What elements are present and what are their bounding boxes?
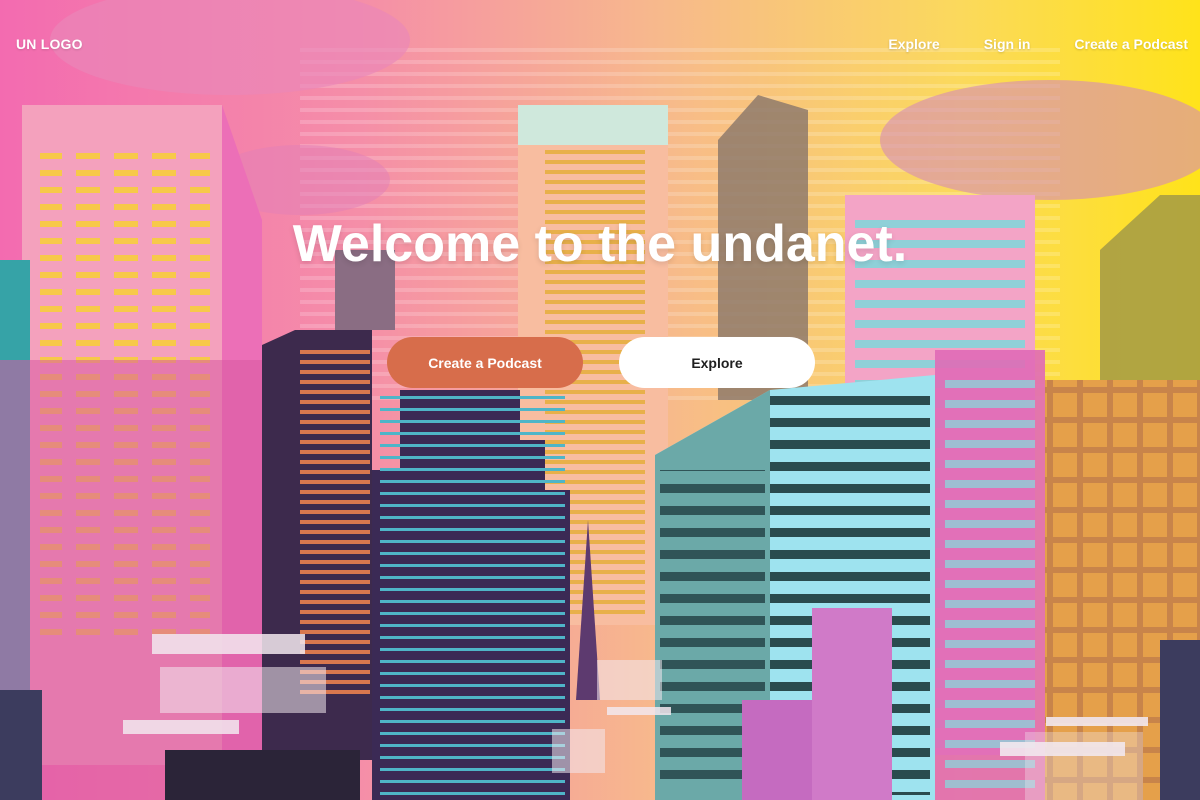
city-skyline-illustration <box>0 0 1200 800</box>
top-nav: Explore Sign in Create a Podcast <box>888 36 1188 52</box>
create-podcast-button[interactable]: Create a Podcast <box>387 337 583 388</box>
hero-title: Welcome to the undanet. <box>292 215 908 273</box>
landing-page: UN LOGO Explore Sign in Create a Podcast… <box>0 0 1200 800</box>
hero-actions: Create a Podcast Explore <box>387 337 815 388</box>
site-logo[interactable]: UN LOGO <box>16 36 83 52</box>
nav-create-podcast-link[interactable]: Create a Podcast <box>1074 36 1188 52</box>
nav-sign-in-link[interactable]: Sign in <box>984 36 1031 52</box>
explore-button[interactable]: Explore <box>619 337 815 388</box>
nav-explore-link[interactable]: Explore <box>888 36 939 52</box>
